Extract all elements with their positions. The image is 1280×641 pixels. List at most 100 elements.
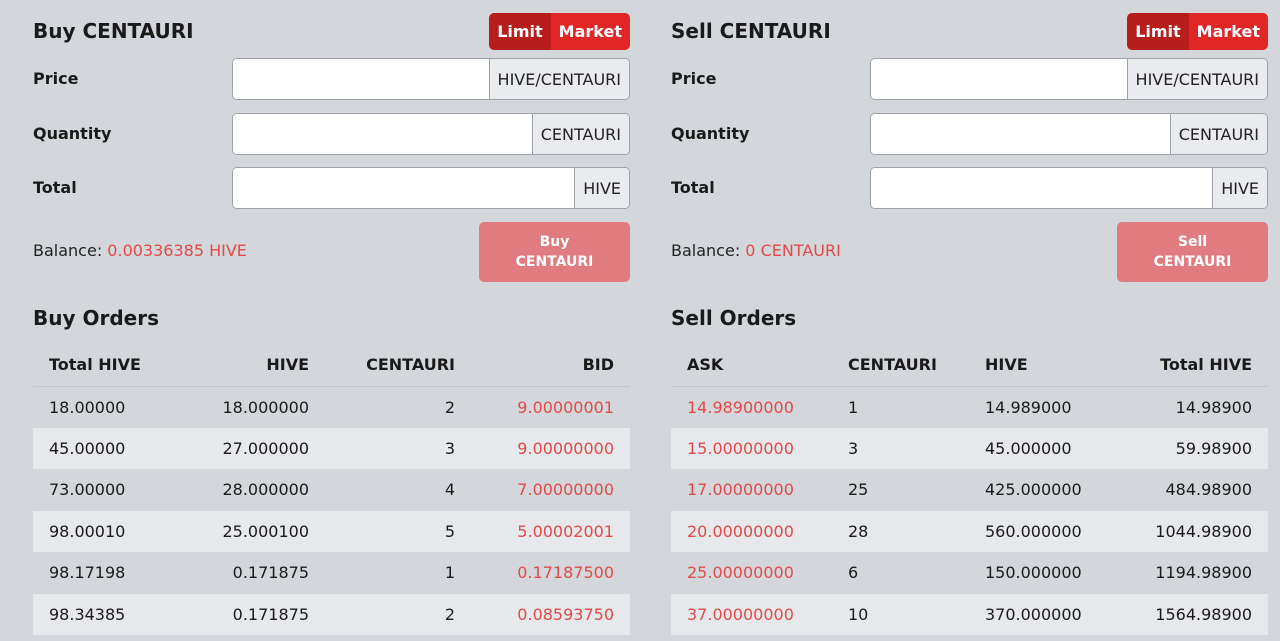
buy-cell-centauri: 5 xyxy=(325,510,471,552)
buy-total-input[interactable] xyxy=(233,168,575,208)
sell-orders-title: Sell Orders xyxy=(671,306,797,330)
sell-cell-total-hive: 1044.98900 xyxy=(1104,510,1268,552)
table-row[interactable]: 98.17198 0.171875 1 0.17187500 xyxy=(33,552,630,594)
sell-cell-hive: 45.000000 xyxy=(969,427,1104,469)
sell-panel-title: Sell CENTAURI xyxy=(671,19,831,43)
buy-cell-bid[interactable]: 5.00002001 xyxy=(471,510,630,552)
sell-cell-centauri: 3 xyxy=(832,427,969,469)
sell-cell-centauri: 28 xyxy=(832,510,969,552)
buy-header-centauri[interactable]: CENTAURI xyxy=(325,343,471,387)
sell-cell-centauri: 1 xyxy=(848,397,859,417)
buy-quantity-label: Quantity xyxy=(33,124,112,143)
buy-price-row: Price HIVE/CENTAURI xyxy=(33,58,630,100)
sell-header-hive[interactable]: HIVE xyxy=(969,343,1104,387)
sell-cell-total-hive: 1194.98900 xyxy=(1155,563,1252,583)
sell-price-label: Price xyxy=(671,69,717,88)
table-row[interactable]: 25.00000000 6 150.000000 1194.98900 xyxy=(671,552,1268,594)
sell-cell-centauri: 10 xyxy=(832,593,969,635)
sell-header-ask[interactable]: ASK xyxy=(671,343,832,387)
buy-cell-total-hive: 98.34385 xyxy=(33,593,163,635)
sell-total-label: Total xyxy=(671,178,715,197)
sell-quantity-row: Quantity CENTAURI xyxy=(671,113,1268,155)
sell-balance-value[interactable]: 0 CENTAURI xyxy=(745,241,841,260)
buy-cell-total-hive: 98.00010 xyxy=(33,510,163,552)
table-row[interactable]: 98.00010 25.000100 5 5.00002001 xyxy=(33,510,630,552)
buy-limit-button[interactable]: Limit xyxy=(489,13,551,50)
table-row[interactable]: 20.00000000 28 560.000000 1044.98900 xyxy=(671,510,1268,552)
buy-cell-bid[interactable]: 0.08593750 xyxy=(471,593,630,635)
buy-cell-bid[interactable]: 9.00000000 xyxy=(471,427,630,469)
buy-price-label: Price xyxy=(33,69,79,88)
buy-order-type-toggle: Limit Market xyxy=(489,13,630,50)
buy-cell-centauri: 3 xyxy=(325,427,471,469)
buy-cell-bid[interactable]: 0.17187500 xyxy=(471,552,630,594)
table-row[interactable]: 98.34385 0.171875 2 0.08593750 xyxy=(33,593,630,635)
buy-total-row: Total HIVE xyxy=(33,167,630,209)
buy-cell-total-hive: 45.00000 xyxy=(33,427,163,469)
sell-price-input[interactable] xyxy=(871,59,1127,99)
sell-centauri-button[interactable]: Sell CENTAURI xyxy=(1117,222,1268,282)
sell-limit-button[interactable]: Limit xyxy=(1127,13,1189,50)
buy-orders-table: Total HIVE HIVE CENTAURI BID 18.00000 18… xyxy=(33,343,630,635)
buy-cell-bid[interactable]: 7.00000000 xyxy=(471,469,630,511)
sell-button-line2: CENTAURI xyxy=(1153,254,1232,270)
buy-balance-value[interactable]: 0.00336385 HIVE xyxy=(107,241,247,260)
buy-price-group: HIVE/CENTAURI xyxy=(232,58,630,100)
sell-cell-total-hive: 484.98900 xyxy=(1165,480,1252,500)
buy-cell-centauri: 1 xyxy=(444,563,455,583)
buy-header-bid[interactable]: BID xyxy=(471,343,630,387)
table-row[interactable]: 18.00000 18.000000 2 9.00000001 xyxy=(33,386,630,428)
buy-cell-centauri: 4 xyxy=(444,480,455,500)
sell-cell-centauri: 25 xyxy=(848,480,869,500)
buy-cell-bid[interactable]: 9.00000001 xyxy=(471,386,630,428)
sell-cell-hive: 150.000000 xyxy=(985,563,1082,583)
buy-quantity-input[interactable] xyxy=(233,114,532,154)
sell-balance-label: Balance: xyxy=(671,241,741,260)
table-row[interactable]: 17.00000000 25 425.000000 484.98900 xyxy=(671,469,1268,511)
table-row[interactable]: 73.00000 28.000000 4 7.00000000 xyxy=(33,469,630,511)
sell-cell-hive: 560.000000 xyxy=(969,510,1104,552)
buy-cell-total-hive: 73.00000 xyxy=(49,480,126,500)
sell-cell-total-hive: 14.98900 xyxy=(1175,397,1252,417)
sell-total-input[interactable] xyxy=(871,168,1213,208)
buy-cell-centauri: 2 xyxy=(325,593,471,635)
buy-price-unit: HIVE/CENTAURI xyxy=(488,59,629,99)
sell-header-total-hive[interactable]: Total HIVE xyxy=(1104,343,1268,387)
sell-price-row: Price HIVE/CENTAURI xyxy=(671,58,1268,100)
sell-header-centauri[interactable]: CENTAURI xyxy=(832,343,969,387)
sell-cell-ask[interactable]: 14.98900000 xyxy=(671,386,832,428)
buy-quantity-row: Quantity CENTAURI xyxy=(33,113,630,155)
sell-cell-hive: 14.989000 xyxy=(985,397,1072,417)
buy-cell-total-hive: 98.17198 xyxy=(49,563,126,583)
sell-cell-centauri: 6 xyxy=(848,563,859,583)
buy-header-total-hive[interactable]: Total HIVE xyxy=(33,343,163,387)
sell-cell-ask[interactable]: 15.00000000 xyxy=(671,427,832,469)
sell-cell-total-hive: 1564.98900 xyxy=(1104,593,1268,635)
sell-market-button[interactable]: Market xyxy=(1188,13,1268,50)
buy-centauri-button[interactable]: Buy CENTAURI xyxy=(479,222,630,282)
sell-quantity-unit: CENTAURI xyxy=(1169,114,1267,154)
table-row[interactable]: 37.00000000 10 370.000000 1564.98900 xyxy=(671,593,1268,635)
sell-cell-ask[interactable]: 37.00000000 xyxy=(671,593,832,635)
table-row[interactable]: 14.98900000 1 14.989000 14.98900 xyxy=(671,386,1268,428)
buy-cell-hive: 18.000000 xyxy=(222,397,309,417)
sell-cell-ask[interactable]: 25.00000000 xyxy=(671,552,832,594)
sell-cell-hive: 425.000000 xyxy=(985,480,1082,500)
buy-price-input[interactable] xyxy=(233,59,489,99)
buy-cell-total-hive: 18.00000 xyxy=(49,397,126,417)
sell-cell-total-hive: 59.98900 xyxy=(1104,427,1268,469)
buy-cell-hive: 0.171875 xyxy=(232,563,309,583)
buy-cell-hive: 27.000000 xyxy=(163,427,325,469)
sell-total-row: Total HIVE xyxy=(671,167,1268,209)
sell-cell-ask[interactable]: 20.00000000 xyxy=(671,510,832,552)
sell-total-unit: HIVE xyxy=(1212,168,1267,208)
sell-quantity-input[interactable] xyxy=(871,114,1170,154)
buy-market-button[interactable]: Market xyxy=(550,13,630,50)
table-row[interactable]: 45.00000 27.000000 3 9.00000000 xyxy=(33,427,630,469)
sell-cell-ask[interactable]: 17.00000000 xyxy=(671,469,832,511)
table-row[interactable]: 15.00000000 3 45.000000 59.98900 xyxy=(671,427,1268,469)
buy-header-hive[interactable]: HIVE xyxy=(163,343,325,387)
sell-total-group: HIVE xyxy=(870,167,1268,209)
buy-cell-hive: 25.000100 xyxy=(163,510,325,552)
buy-button-line1: Buy xyxy=(539,234,570,250)
